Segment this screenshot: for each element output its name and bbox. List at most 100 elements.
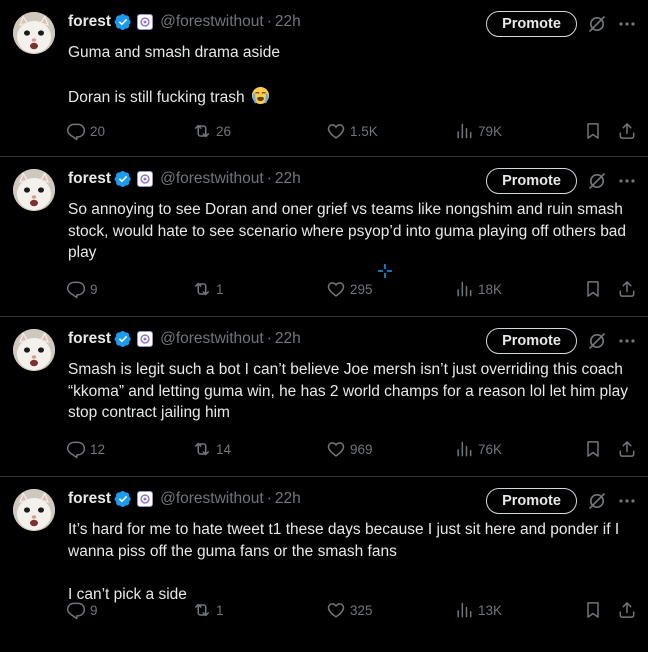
- view-count: 18K: [478, 281, 503, 297]
- like-button[interactable]: 1.5K: [326, 120, 378, 142]
- view-count: 76K: [478, 441, 503, 457]
- bookmark-button[interactable]: [583, 599, 603, 621]
- user-handle[interactable]: @forestwithout: [160, 490, 264, 508]
- view-count: 79K: [478, 123, 503, 139]
- share-button[interactable]: [617, 438, 637, 460]
- retweet-count: 14: [216, 441, 232, 457]
- views-button[interactable]: 79K: [454, 120, 502, 142]
- avatar[interactable]: [13, 169, 55, 211]
- tweet[interactable]: forest @forestwithout · 22h Promote So a…: [0, 157, 648, 317]
- affiliate-badge-icon[interactable]: [137, 331, 154, 347]
- reply-count: 20: [90, 123, 106, 139]
- grok-icon[interactable]: [587, 171, 607, 191]
- verified-badge-icon: [114, 330, 132, 348]
- reply-icon: [66, 439, 86, 459]
- affiliate-badge-icon[interactable]: [137, 171, 154, 187]
- like-button[interactable]: 295: [326, 278, 373, 300]
- tweet-text: Guma and smash drama aside Doran is stil…: [68, 42, 634, 108]
- bookmark-icon: [583, 600, 603, 620]
- tweet-text-line: So annoying to see Doran and oner grief …: [68, 201, 627, 261]
- tweet-actions: 9 1 325 13K: [66, 599, 638, 621]
- tweet-header: forest @forestwithout · 22h: [68, 487, 301, 511]
- bookmark-icon: [583, 439, 603, 459]
- avatar[interactable]: [13, 12, 55, 54]
- bookmark-icon: [583, 279, 603, 299]
- reply-icon: [66, 279, 86, 299]
- grok-icon[interactable]: [587, 14, 607, 34]
- retweet-button[interactable]: 1: [192, 599, 224, 621]
- display-name[interactable]: forest: [68, 490, 111, 508]
- retweet-button[interactable]: 26: [192, 120, 231, 142]
- share-button[interactable]: [617, 120, 637, 142]
- more-options-icon[interactable]: [617, 14, 637, 34]
- user-handle[interactable]: @forestwithout: [160, 330, 264, 348]
- verified-badge-icon: [114, 490, 132, 508]
- avatar[interactable]: [13, 489, 55, 531]
- heart-icon: [326, 600, 346, 620]
- affiliate-badge-icon[interactable]: [137, 491, 154, 507]
- retweet-icon: [192, 121, 212, 141]
- reply-count: 9: [90, 281, 98, 297]
- promote-button[interactable]: Promote: [486, 488, 577, 514]
- views-button[interactable]: 76K: [454, 438, 502, 460]
- retweet-count: 26: [216, 123, 232, 139]
- retweet-button[interactable]: 14: [192, 438, 231, 460]
- share-icon: [617, 279, 637, 299]
- heart-icon: [326, 121, 346, 141]
- crosshair-cursor-icon: [378, 264, 392, 278]
- like-count: 1.5K: [350, 123, 378, 139]
- promote-button[interactable]: Promote: [486, 11, 577, 37]
- timestamp[interactable]: 22h: [275, 13, 301, 31]
- timestamp[interactable]: 22h: [275, 490, 301, 508]
- bookmark-button[interactable]: [583, 120, 603, 142]
- views-button[interactable]: 18K: [454, 278, 502, 300]
- reply-button[interactable]: 9: [66, 599, 98, 621]
- grok-icon[interactable]: [587, 491, 607, 511]
- verified-badge-icon: [114, 13, 132, 31]
- more-options-icon[interactable]: [617, 171, 637, 191]
- heart-icon: [326, 439, 346, 459]
- reply-button[interactable]: 9: [66, 278, 98, 300]
- bookmark-button[interactable]: [583, 278, 603, 300]
- views-chart-icon: [454, 439, 474, 459]
- tweet[interactable]: forest @forestwithout · 22h Promote It’s…: [0, 477, 648, 652]
- retweet-button[interactable]: 1: [192, 278, 224, 300]
- views-chart-icon: [454, 600, 474, 620]
- grok-icon[interactable]: [587, 331, 607, 351]
- promote-button[interactable]: Promote: [486, 328, 577, 354]
- timeline-feed: forest @forestwithout · 22h Promote Guma…: [0, 0, 648, 652]
- bookmark-icon: [583, 121, 603, 141]
- like-count: 325: [350, 602, 373, 618]
- share-button[interactable]: [617, 599, 637, 621]
- reply-icon: [66, 600, 86, 620]
- separator-dot: ·: [266, 13, 272, 30]
- separator-dot: ·: [266, 490, 272, 507]
- views-button[interactable]: 13K: [454, 599, 502, 621]
- user-handle[interactable]: @forestwithout: [160, 13, 264, 31]
- user-handle[interactable]: @forestwithout: [160, 170, 264, 188]
- promote-button[interactable]: Promote: [486, 168, 577, 194]
- tweet-text: It’s hard for me to hate tweet t1 these …: [68, 519, 634, 606]
- like-button[interactable]: 325: [326, 599, 373, 621]
- like-button[interactable]: 969: [326, 438, 373, 460]
- avatar[interactable]: [13, 329, 55, 371]
- reply-button[interactable]: 12: [66, 438, 105, 460]
- more-options-icon[interactable]: [617, 491, 637, 511]
- tweet[interactable]: forest @forestwithout · 22h Promote Guma…: [0, 0, 648, 157]
- display-name[interactable]: forest: [68, 170, 111, 188]
- like-count: 295: [350, 281, 373, 297]
- reply-button[interactable]: 20: [66, 120, 105, 142]
- timestamp[interactable]: 22h: [275, 330, 301, 348]
- retweet-icon: [192, 279, 212, 299]
- affiliate-badge-icon[interactable]: [137, 14, 154, 30]
- tweet-text-line: Smash is legit such a bot I can’t believ…: [68, 361, 628, 421]
- bookmark-button[interactable]: [583, 438, 603, 460]
- display-name[interactable]: forest: [68, 13, 111, 31]
- share-button[interactable]: [617, 278, 637, 300]
- tweet[interactable]: forest @forestwithout · 22h Promote Smas…: [0, 317, 648, 477]
- tweet-text-line: Guma and smash drama aside: [68, 44, 280, 61]
- timestamp[interactable]: 22h: [275, 170, 301, 188]
- tweet-actions: 12 14 969 76K: [66, 438, 638, 460]
- display-name[interactable]: forest: [68, 330, 111, 348]
- more-options-icon[interactable]: [617, 331, 637, 351]
